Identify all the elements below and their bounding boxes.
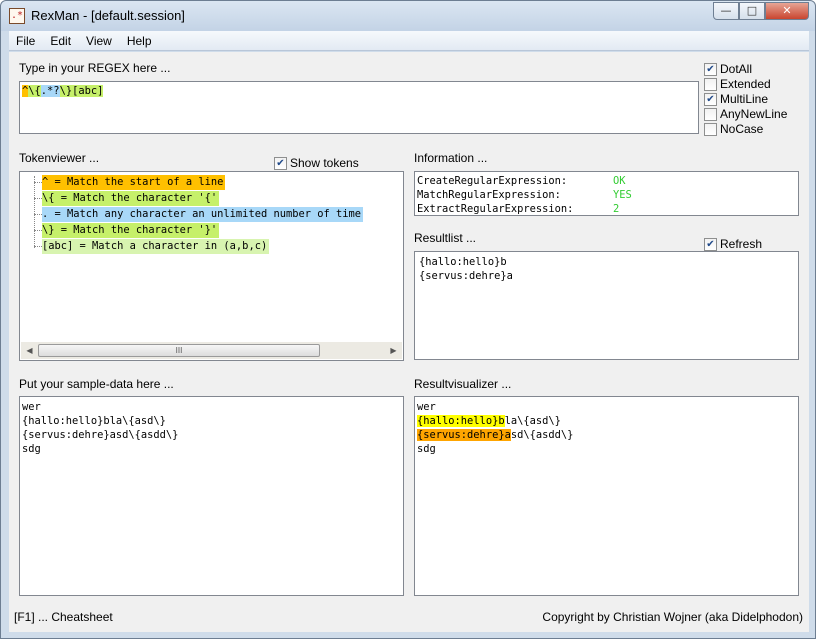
result-line[interactable]: {hallo:hello}b bbox=[419, 255, 513, 269]
option-label: DotAll bbox=[720, 62, 753, 76]
regex-text: ^\{.*?\}[abc] bbox=[22, 84, 104, 98]
option-label: AnyNewLine bbox=[720, 107, 788, 121]
information-row: ExtractRegularExpression: 2 bbox=[417, 202, 632, 216]
match-highlight: {servus:dehre}a bbox=[417, 429, 511, 441]
token-item[interactable]: \{ = Match the character '{' bbox=[42, 191, 220, 206]
checkbox-icon: ✔ bbox=[704, 92, 717, 106]
show-tokens-checkbox[interactable]: ✔ Show tokens bbox=[274, 156, 359, 170]
unmatched-text: sd\{asdd\} bbox=[510, 429, 574, 441]
information-rows: CreateRegularExpression: OK MatchRegularEx… bbox=[417, 174, 632, 216]
tree-connector-branch bbox=[34, 182, 42, 183]
regex-input[interactable]: ^\{.*?\}[abc] bbox=[19, 81, 699, 134]
tokenviewer-label: Tokenviewer ... bbox=[19, 151, 100, 165]
information-key: MatchRegularExpression: bbox=[417, 189, 561, 201]
tree-connector-line bbox=[34, 176, 35, 248]
regex-token-4: [abc] bbox=[72, 85, 104, 97]
information-panel: CreateRegularExpression: OK MatchRegularEx… bbox=[414, 171, 799, 216]
refresh-check-icon: ✔ bbox=[704, 237, 717, 251]
visualizer-line: wer bbox=[417, 400, 573, 414]
visualizer-line: sdg bbox=[417, 442, 573, 456]
sample-line: {servus:dehre}asd\{asdd\} bbox=[22, 429, 179, 441]
tree-connector-branch bbox=[34, 198, 42, 199]
option-anynewline-checkbox[interactable]: AnyNewLine bbox=[704, 107, 787, 121]
option-label: NoCase bbox=[720, 122, 764, 136]
token-item[interactable]: ^ = Match the start of a line bbox=[42, 175, 226, 190]
checkbox-icon: ✔ bbox=[704, 62, 717, 76]
unmatched-text: wer bbox=[417, 401, 436, 413]
option-nocase-checkbox[interactable]: NoCase bbox=[704, 122, 763, 136]
scroll-right-icon[interactable]: ▶ bbox=[385, 342, 402, 359]
visualizer-line: {servus:dehre}asd\{asdd\} bbox=[417, 428, 573, 442]
resultlist-lines: {hallo:hello}b {servus:dehre}a bbox=[419, 255, 513, 283]
token-item[interactable]: [abc] = Match a character in (a,b,c) bbox=[42, 239, 270, 254]
option-multiline-checkbox[interactable]: ✔ MultiLine bbox=[704, 92, 768, 106]
tree-connector-branch bbox=[34, 246, 42, 247]
show-tokens-label: Show tokens bbox=[290, 156, 359, 170]
visualizer-line: {hallo:hello}bla\{asd\} bbox=[417, 414, 573, 428]
menu-file[interactable]: File bbox=[9, 34, 43, 48]
information-value: 2 bbox=[613, 203, 620, 215]
sample-data-input[interactable]: wer {hallo:hello}bla\{asd\} {servus:dehre}… bbox=[19, 396, 404, 596]
option-dotall-checkbox[interactable]: ✔ DotAll bbox=[704, 62, 752, 76]
sample-label: Put your sample-data here ... bbox=[19, 377, 174, 391]
sample-line: wer bbox=[22, 401, 41, 413]
information-label: Information ... bbox=[414, 151, 488, 165]
option-extended-checkbox[interactable]: Extended bbox=[704, 77, 771, 91]
menu-view[interactable]: View bbox=[79, 34, 120, 48]
menu-help[interactable]: Help bbox=[120, 34, 160, 48]
option-label: MultiLine bbox=[720, 92, 769, 106]
result-line[interactable]: {servus:dehre}a bbox=[419, 269, 513, 283]
checkbox-icon bbox=[704, 107, 717, 121]
scroll-left-icon[interactable]: ◀ bbox=[21, 342, 38, 359]
token-item[interactable]: . = Match any character an unlimited num… bbox=[42, 207, 364, 222]
tokenviewer-tree[interactable]: ^ = Match the start of a line \{ = Match … bbox=[19, 171, 404, 361]
information-row: CreateRegularExpression: OK bbox=[417, 174, 632, 188]
resultlist-label: Resultlist ... bbox=[414, 231, 477, 245]
sample-data-text: wer {hallo:hello}bla\{asd\} {servus:dehre}… bbox=[22, 400, 178, 456]
information-key: CreateRegularExpression: bbox=[417, 175, 568, 187]
token-item[interactable]: \} = Match the character '}' bbox=[42, 223, 220, 238]
unmatched-text: la\{asd\} bbox=[504, 415, 561, 427]
regex-token-3: \} bbox=[59, 85, 73, 97]
visualizer-text: wer {hallo:hello}bla\{asd\} {servus:dehre}… bbox=[417, 400, 573, 456]
regex-label: Type in your REGEX here ... bbox=[19, 61, 171, 75]
information-key: ExtractRegularExpression: bbox=[417, 203, 574, 215]
checkbox-icon bbox=[704, 122, 717, 136]
refresh-checkbox[interactable]: ✔ Refresh bbox=[704, 237, 762, 251]
refresh-label: Refresh bbox=[720, 237, 763, 251]
regex-token-2: .*? bbox=[40, 85, 60, 97]
resultlist-box[interactable]: {hallo:hello}b {servus:dehre}a bbox=[414, 251, 799, 360]
tree-connector-branch bbox=[34, 214, 42, 215]
cheatsheet-hint[interactable]: [F1] ... Cheatsheet bbox=[14, 610, 113, 624]
checkbox-icon bbox=[704, 77, 717, 91]
information-value: YES bbox=[613, 189, 632, 201]
information-row: MatchRegularExpression: YES bbox=[417, 188, 632, 202]
title-bar[interactable]: .* RexMan - [default.session] — □ ✕ bbox=[1, 1, 815, 31]
match-highlight: {hallo:hello}b bbox=[417, 415, 505, 427]
minimize-button[interactable]: — bbox=[713, 2, 739, 20]
close-button[interactable]: ✕ bbox=[765, 2, 809, 20]
tree-connector-branch bbox=[34, 230, 42, 231]
sample-line: {hallo:hello}bla\{asd\} bbox=[22, 415, 166, 427]
menu-bar: File Edit View Help bbox=[9, 31, 809, 51]
regex-token-1: \{ bbox=[28, 85, 41, 97]
resultvisualizer-label: Resultvisualizer ... bbox=[414, 377, 512, 391]
app-window: .* RexMan - [default.session] — □ ✕ File… bbox=[0, 0, 816, 639]
sample-line: sdg bbox=[22, 443, 41, 455]
maximize-button[interactable]: □ bbox=[739, 2, 765, 20]
window-title: RexMan - [default.session] bbox=[31, 8, 185, 23]
regex-app-icon: .* bbox=[9, 8, 25, 24]
client-area: Type in your REGEX here ... ^\{.*?\}[abc… bbox=[9, 52, 809, 632]
resultvisualizer-box: wer {hallo:hello}bla\{asd\} {servus:dehre}… bbox=[414, 396, 799, 596]
scroll-thumb[interactable]: III bbox=[38, 344, 320, 357]
copyright-text: Copyright by Christian Wojner (aka Didel… bbox=[542, 610, 803, 624]
unmatched-text: sdg bbox=[417, 443, 436, 455]
horizontal-scrollbar[interactable]: ◀ III ▶ bbox=[21, 342, 402, 359]
option-label: Extended bbox=[720, 77, 771, 91]
menu-edit[interactable]: Edit bbox=[43, 34, 79, 48]
show-tokens-check-icon: ✔ bbox=[274, 156, 287, 170]
window-controls: — □ ✕ bbox=[713, 2, 809, 20]
information-value: OK bbox=[613, 175, 626, 187]
